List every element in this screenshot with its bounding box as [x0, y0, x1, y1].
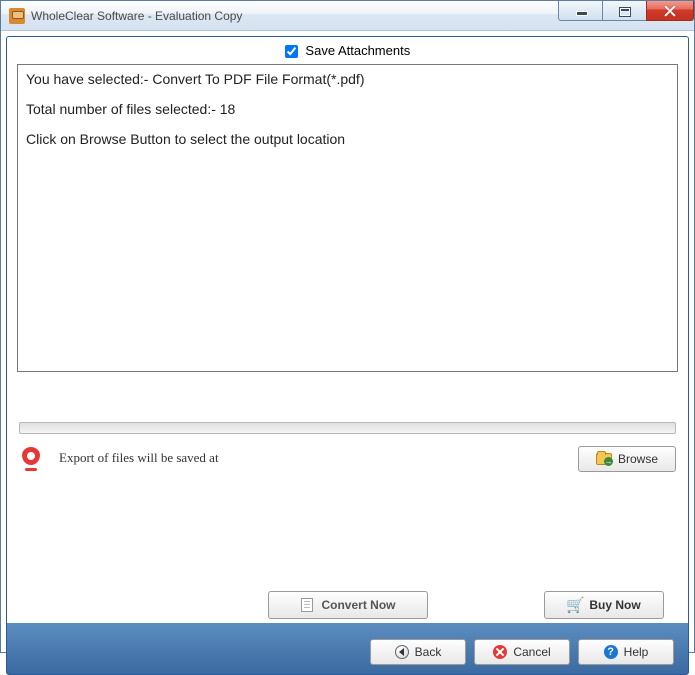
export-location-row: Export of files will be saved at Browse: [19, 444, 676, 475]
window-title: WholeClear Software - Evaluation Copy: [31, 9, 242, 23]
info-line-selected-format: You have selected:- Convert To PDF File …: [26, 71, 669, 87]
convert-button-label: Convert Now: [321, 598, 395, 612]
location-pin-icon: [19, 447, 43, 475]
minimize-icon: [575, 6, 587, 16]
document-icon: [299, 597, 315, 613]
info-line-instruction: Click on Browse Button to select the out…: [26, 131, 669, 147]
titlebar: WholeClear Software - Evaluation Copy: [1, 1, 694, 31]
close-icon: [664, 6, 676, 16]
save-attachments-label: Save Attachments: [305, 43, 410, 58]
window-controls: [559, 1, 694, 21]
help-icon: ?: [604, 645, 618, 659]
cancel-button-label: Cancel: [513, 645, 550, 659]
cancel-icon: [493, 645, 507, 659]
cart-icon: 🛒: [567, 597, 583, 613]
cancel-button[interactable]: Cancel: [474, 639, 570, 665]
main-panel: Save Attachments You have selected:- Con…: [6, 36, 689, 675]
maximize-button[interactable]: [602, 1, 647, 21]
browse-button-label: Browse: [618, 452, 658, 466]
progress-bar: [19, 422, 676, 434]
minimize-button[interactable]: [558, 1, 603, 21]
close-button[interactable]: [646, 1, 694, 21]
save-attachments-row: Save Attachments: [7, 37, 688, 62]
maximize-icon: [620, 8, 630, 16]
browse-button[interactable]: Browse: [578, 446, 676, 472]
back-button[interactable]: Back: [370, 639, 466, 665]
help-button[interactable]: ? Help: [578, 639, 674, 665]
info-textbox: You have selected:- Convert To PDF File …: [17, 64, 678, 372]
app-icon: [9, 8, 25, 24]
help-button-label: Help: [624, 645, 649, 659]
save-attachments-checkbox[interactable]: [285, 45, 298, 58]
buy-now-button[interactable]: 🛒 Buy Now: [544, 591, 664, 619]
export-location-label: Export of files will be saved at: [59, 444, 562, 466]
back-arrow-icon: [395, 645, 409, 659]
folder-icon: [596, 451, 612, 467]
convert-now-button[interactable]: Convert Now: [268, 591, 428, 619]
buy-button-label: Buy Now: [589, 598, 640, 612]
footer-bar: Back Cancel ? Help: [7, 630, 688, 674]
back-button-label: Back: [415, 645, 442, 659]
info-line-file-count: Total number of files selected:- 18: [26, 101, 669, 117]
action-button-row: Convert Now 🛒 Buy Now: [7, 591, 688, 619]
